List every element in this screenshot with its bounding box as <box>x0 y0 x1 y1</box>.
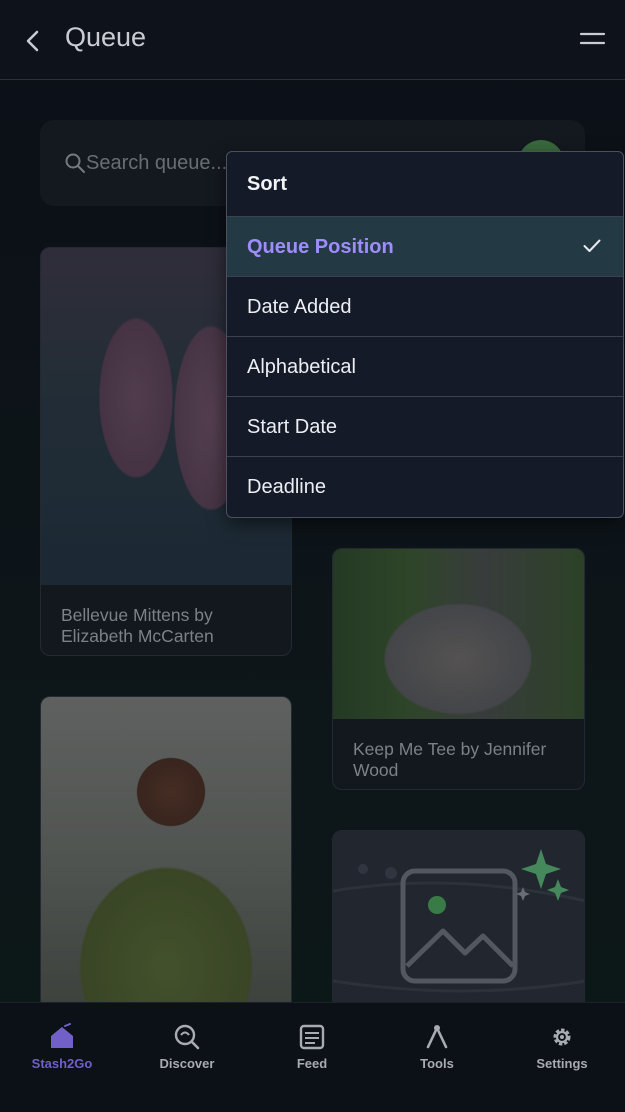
chevron-left-icon <box>26 30 39 52</box>
nav-label: Settings <box>536 1056 588 1071</box>
sort-option-deadline[interactable]: Deadline <box>227 457 623 517</box>
house-icon <box>51 1023 73 1048</box>
nav-feed[interactable]: Feed <box>262 1023 362 1071</box>
sort-option-start-date[interactable]: Start Date <box>227 397 623 457</box>
sort-option-alphabetical[interactable]: Alphabetical <box>227 337 623 397</box>
sort-option-label: Alphabetical <box>247 356 356 378</box>
nav-label: Stash2Go <box>31 1056 93 1071</box>
nav-discover[interactable]: Discover <box>137 1023 237 1071</box>
nav-settings[interactable]: Settings <box>512 1023 612 1071</box>
hamburger-icon <box>579 32 606 45</box>
menu-button[interactable] <box>578 30 608 50</box>
nav-stash2go[interactable]: Stash2Go <box>12 1023 112 1071</box>
check-icon <box>583 239 601 252</box>
sort-option-label: Date Added <box>247 296 352 318</box>
back-button[interactable] <box>18 26 48 56</box>
bottom-nav: Stash2Go Discover Feed Tools Settings <box>0 1002 625 1112</box>
sort-menu-title: Sort <box>227 152 623 217</box>
tools-icon <box>426 1025 448 1049</box>
top-bar: Queue <box>0 0 625 80</box>
nav-tools[interactable]: Tools <box>387 1023 487 1071</box>
sort-menu: Sort Queue Position Date Added Alphabeti… <box>226 151 624 518</box>
discover-icon <box>174 1024 200 1050</box>
page-title: Queue <box>65 22 147 52</box>
sort-option-label: Deadline <box>247 476 326 498</box>
feed-icon <box>299 1024 325 1050</box>
sort-option-queue-position[interactable]: Queue Position <box>227 217 623 277</box>
nav-label: Feed <box>296 1056 328 1071</box>
gear-icon <box>553 1028 571 1046</box>
sort-option-label: Queue Position <box>247 236 394 258</box>
nav-label: Tools <box>420 1056 454 1071</box>
nav-label: Discover <box>159 1056 215 1071</box>
sort-option-label: Start Date <box>247 416 338 438</box>
sort-option-date-added[interactable]: Date Added <box>227 277 623 337</box>
